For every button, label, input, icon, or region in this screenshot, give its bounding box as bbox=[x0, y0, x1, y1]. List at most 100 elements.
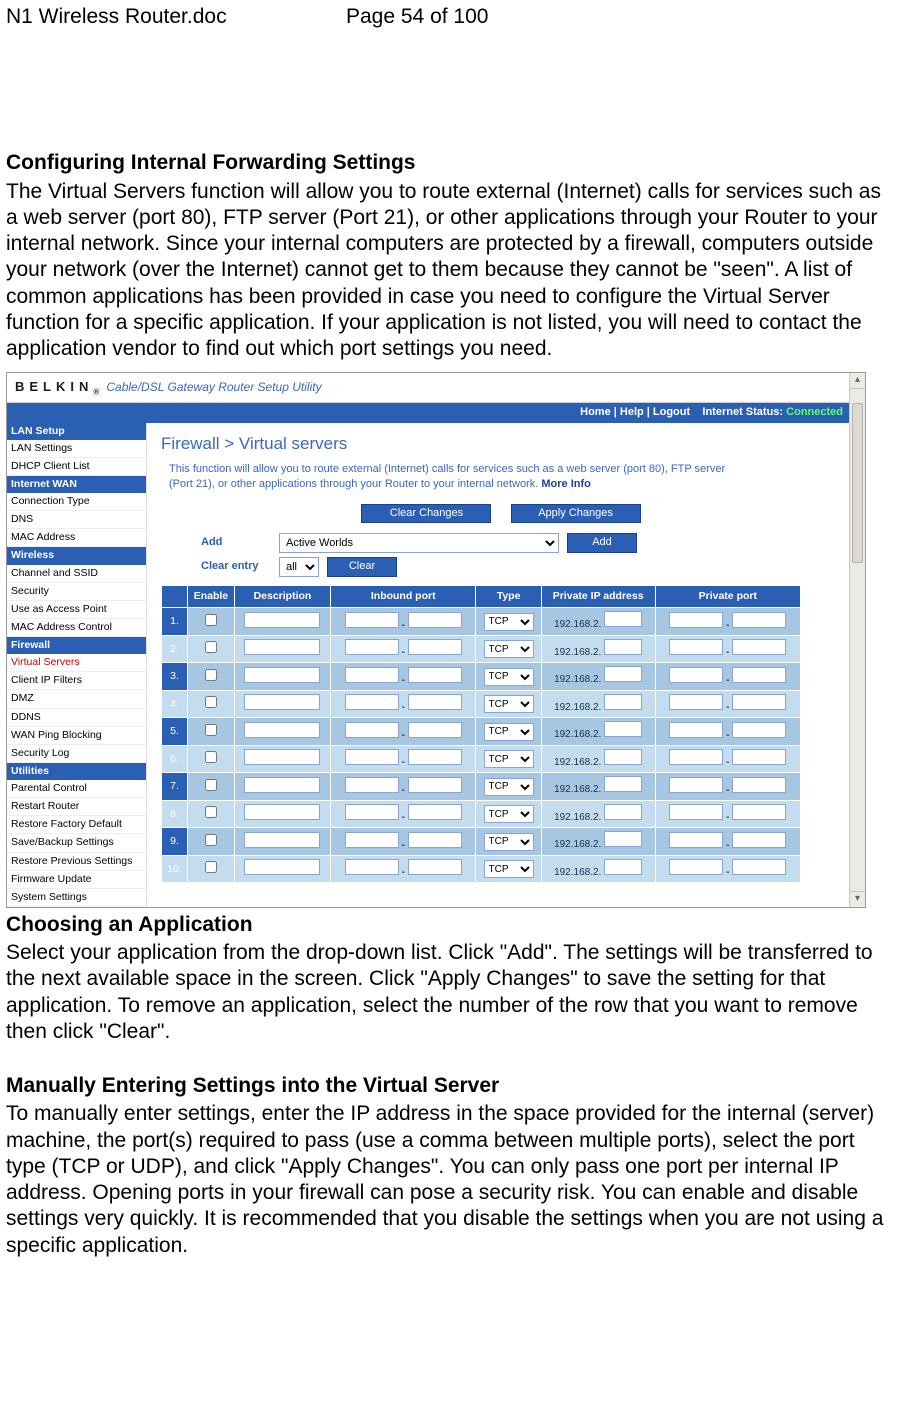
private-port-start-input[interactable] bbox=[669, 722, 723, 738]
enable-checkbox[interactable] bbox=[205, 724, 217, 736]
enable-checkbox[interactable] bbox=[205, 614, 217, 626]
private-ip-input[interactable] bbox=[604, 776, 642, 792]
description-input[interactable] bbox=[244, 777, 320, 793]
inbound-port-start-input[interactable] bbox=[345, 749, 399, 765]
type-select[interactable]: TCP bbox=[484, 750, 534, 768]
private-port-start-input[interactable] bbox=[669, 612, 723, 628]
inbound-port-end-input[interactable] bbox=[408, 639, 462, 655]
description-input[interactable] bbox=[244, 722, 320, 738]
inbound-port-start-input[interactable] bbox=[345, 694, 399, 710]
description-input[interactable] bbox=[244, 667, 320, 683]
apply-changes-button[interactable]: Apply Changes bbox=[511, 504, 641, 524]
private-port-start-input[interactable] bbox=[669, 859, 723, 875]
private-port-start-input[interactable] bbox=[669, 639, 723, 655]
inbound-port-end-input[interactable] bbox=[408, 667, 462, 683]
description-input[interactable] bbox=[244, 749, 320, 765]
type-select[interactable]: TCP bbox=[484, 668, 534, 686]
sidebar-item[interactable]: System Settings bbox=[7, 889, 146, 907]
enable-checkbox[interactable] bbox=[205, 834, 217, 846]
private-port-start-input[interactable] bbox=[669, 804, 723, 820]
enable-checkbox[interactable] bbox=[205, 751, 217, 763]
sidebar-item[interactable]: Security bbox=[7, 583, 146, 601]
private-port-end-input[interactable] bbox=[732, 722, 786, 738]
clear-changes-button[interactable]: Clear Changes bbox=[361, 504, 491, 524]
type-select[interactable]: TCP bbox=[484, 723, 534, 741]
private-port-end-input[interactable] bbox=[732, 749, 786, 765]
private-port-start-input[interactable] bbox=[669, 749, 723, 765]
private-port-start-input[interactable] bbox=[669, 832, 723, 848]
inbound-port-start-input[interactable] bbox=[345, 667, 399, 683]
private-port-end-input[interactable] bbox=[732, 667, 786, 683]
sidebar-item[interactable]: Virtual Servers bbox=[7, 654, 146, 672]
sidebar-item[interactable]: Restore Factory Default bbox=[7, 816, 146, 834]
sidebar-item[interactable]: Parental Control bbox=[7, 780, 146, 798]
enable-checkbox[interactable] bbox=[205, 779, 217, 791]
more-info-link[interactable]: More Info bbox=[541, 478, 591, 490]
inbound-port-end-input[interactable] bbox=[408, 722, 462, 738]
sidebar-item[interactable]: Use as Access Point bbox=[7, 601, 146, 619]
private-ip-input[interactable] bbox=[604, 859, 642, 875]
inbound-port-end-input[interactable] bbox=[408, 777, 462, 793]
sidebar-item[interactable]: DHCP Client List bbox=[7, 458, 146, 476]
description-input[interactable] bbox=[244, 612, 320, 628]
inbound-port-end-input[interactable] bbox=[408, 612, 462, 628]
private-ip-input[interactable] bbox=[604, 694, 642, 710]
inbound-port-start-input[interactable] bbox=[345, 804, 399, 820]
top-nav-links[interactable]: Home | Help | Logout bbox=[580, 406, 690, 418]
type-select[interactable]: TCP bbox=[484, 778, 534, 796]
sidebar-item[interactable]: Security Log bbox=[7, 745, 146, 763]
sidebar-item[interactable]: DDNS bbox=[7, 709, 146, 727]
type-select[interactable]: TCP bbox=[484, 805, 534, 823]
private-port-end-input[interactable] bbox=[732, 639, 786, 655]
private-port-end-input[interactable] bbox=[732, 832, 786, 848]
private-ip-input[interactable] bbox=[604, 666, 642, 682]
private-port-end-input[interactable] bbox=[732, 804, 786, 820]
inbound-port-start-input[interactable] bbox=[345, 777, 399, 793]
private-ip-input[interactable] bbox=[604, 804, 642, 820]
scroll-down-icon[interactable]: ▾ bbox=[850, 891, 865, 907]
inbound-port-end-input[interactable] bbox=[408, 832, 462, 848]
inbound-port-start-input[interactable] bbox=[345, 639, 399, 655]
sidebar-item[interactable]: Firmware Update bbox=[7, 871, 146, 889]
inbound-port-end-input[interactable] bbox=[408, 749, 462, 765]
inbound-port-start-input[interactable] bbox=[345, 722, 399, 738]
application-select[interactable]: Active Worlds bbox=[279, 533, 559, 553]
clear-entry-select[interactable]: all bbox=[279, 557, 319, 577]
sidebar-item[interactable]: Connection Type bbox=[7, 493, 146, 511]
private-ip-input[interactable] bbox=[604, 721, 642, 737]
type-select[interactable]: TCP bbox=[484, 640, 534, 658]
sidebar-item[interactable]: MAC Address bbox=[7, 529, 146, 547]
sidebar-item[interactable]: Channel and SSID bbox=[7, 565, 146, 583]
type-select[interactable]: TCP bbox=[484, 833, 534, 851]
enable-checkbox[interactable] bbox=[205, 669, 217, 681]
scrollbar[interactable]: ▴ ▾ bbox=[849, 373, 865, 907]
sidebar-item[interactable]: Restart Router bbox=[7, 798, 146, 816]
enable-checkbox[interactable] bbox=[205, 641, 217, 653]
private-port-end-input[interactable] bbox=[732, 612, 786, 628]
inbound-port-start-input[interactable] bbox=[345, 612, 399, 628]
sidebar-item[interactable]: MAC Address Control bbox=[7, 619, 146, 637]
private-ip-input[interactable] bbox=[604, 611, 642, 627]
enable-checkbox[interactable] bbox=[205, 806, 217, 818]
scroll-up-icon[interactable]: ▴ bbox=[850, 373, 865, 389]
description-input[interactable] bbox=[244, 804, 320, 820]
inbound-port-start-input[interactable] bbox=[345, 859, 399, 875]
private-port-end-input[interactable] bbox=[732, 694, 786, 710]
sidebar-item[interactable]: Client IP Filters bbox=[7, 672, 146, 690]
sidebar-item[interactable]: Save/Backup Settings bbox=[7, 834, 146, 852]
description-input[interactable] bbox=[244, 694, 320, 710]
sidebar-item[interactable]: LAN Settings bbox=[7, 440, 146, 458]
description-input[interactable] bbox=[244, 639, 320, 655]
private-port-end-input[interactable] bbox=[732, 859, 786, 875]
inbound-port-end-input[interactable] bbox=[408, 859, 462, 875]
clear-button[interactable]: Clear bbox=[327, 557, 397, 577]
private-port-start-input[interactable] bbox=[669, 667, 723, 683]
type-select[interactable]: TCP bbox=[484, 860, 534, 878]
description-input[interactable] bbox=[244, 832, 320, 848]
sidebar-item[interactable]: DMZ bbox=[7, 690, 146, 708]
private-ip-input[interactable] bbox=[604, 831, 642, 847]
description-input[interactable] bbox=[244, 859, 320, 875]
sidebar-item[interactable]: WAN Ping Blocking bbox=[7, 727, 146, 745]
sidebar-item[interactable]: Restore Previous Settings bbox=[7, 853, 146, 871]
inbound-port-end-input[interactable] bbox=[408, 804, 462, 820]
